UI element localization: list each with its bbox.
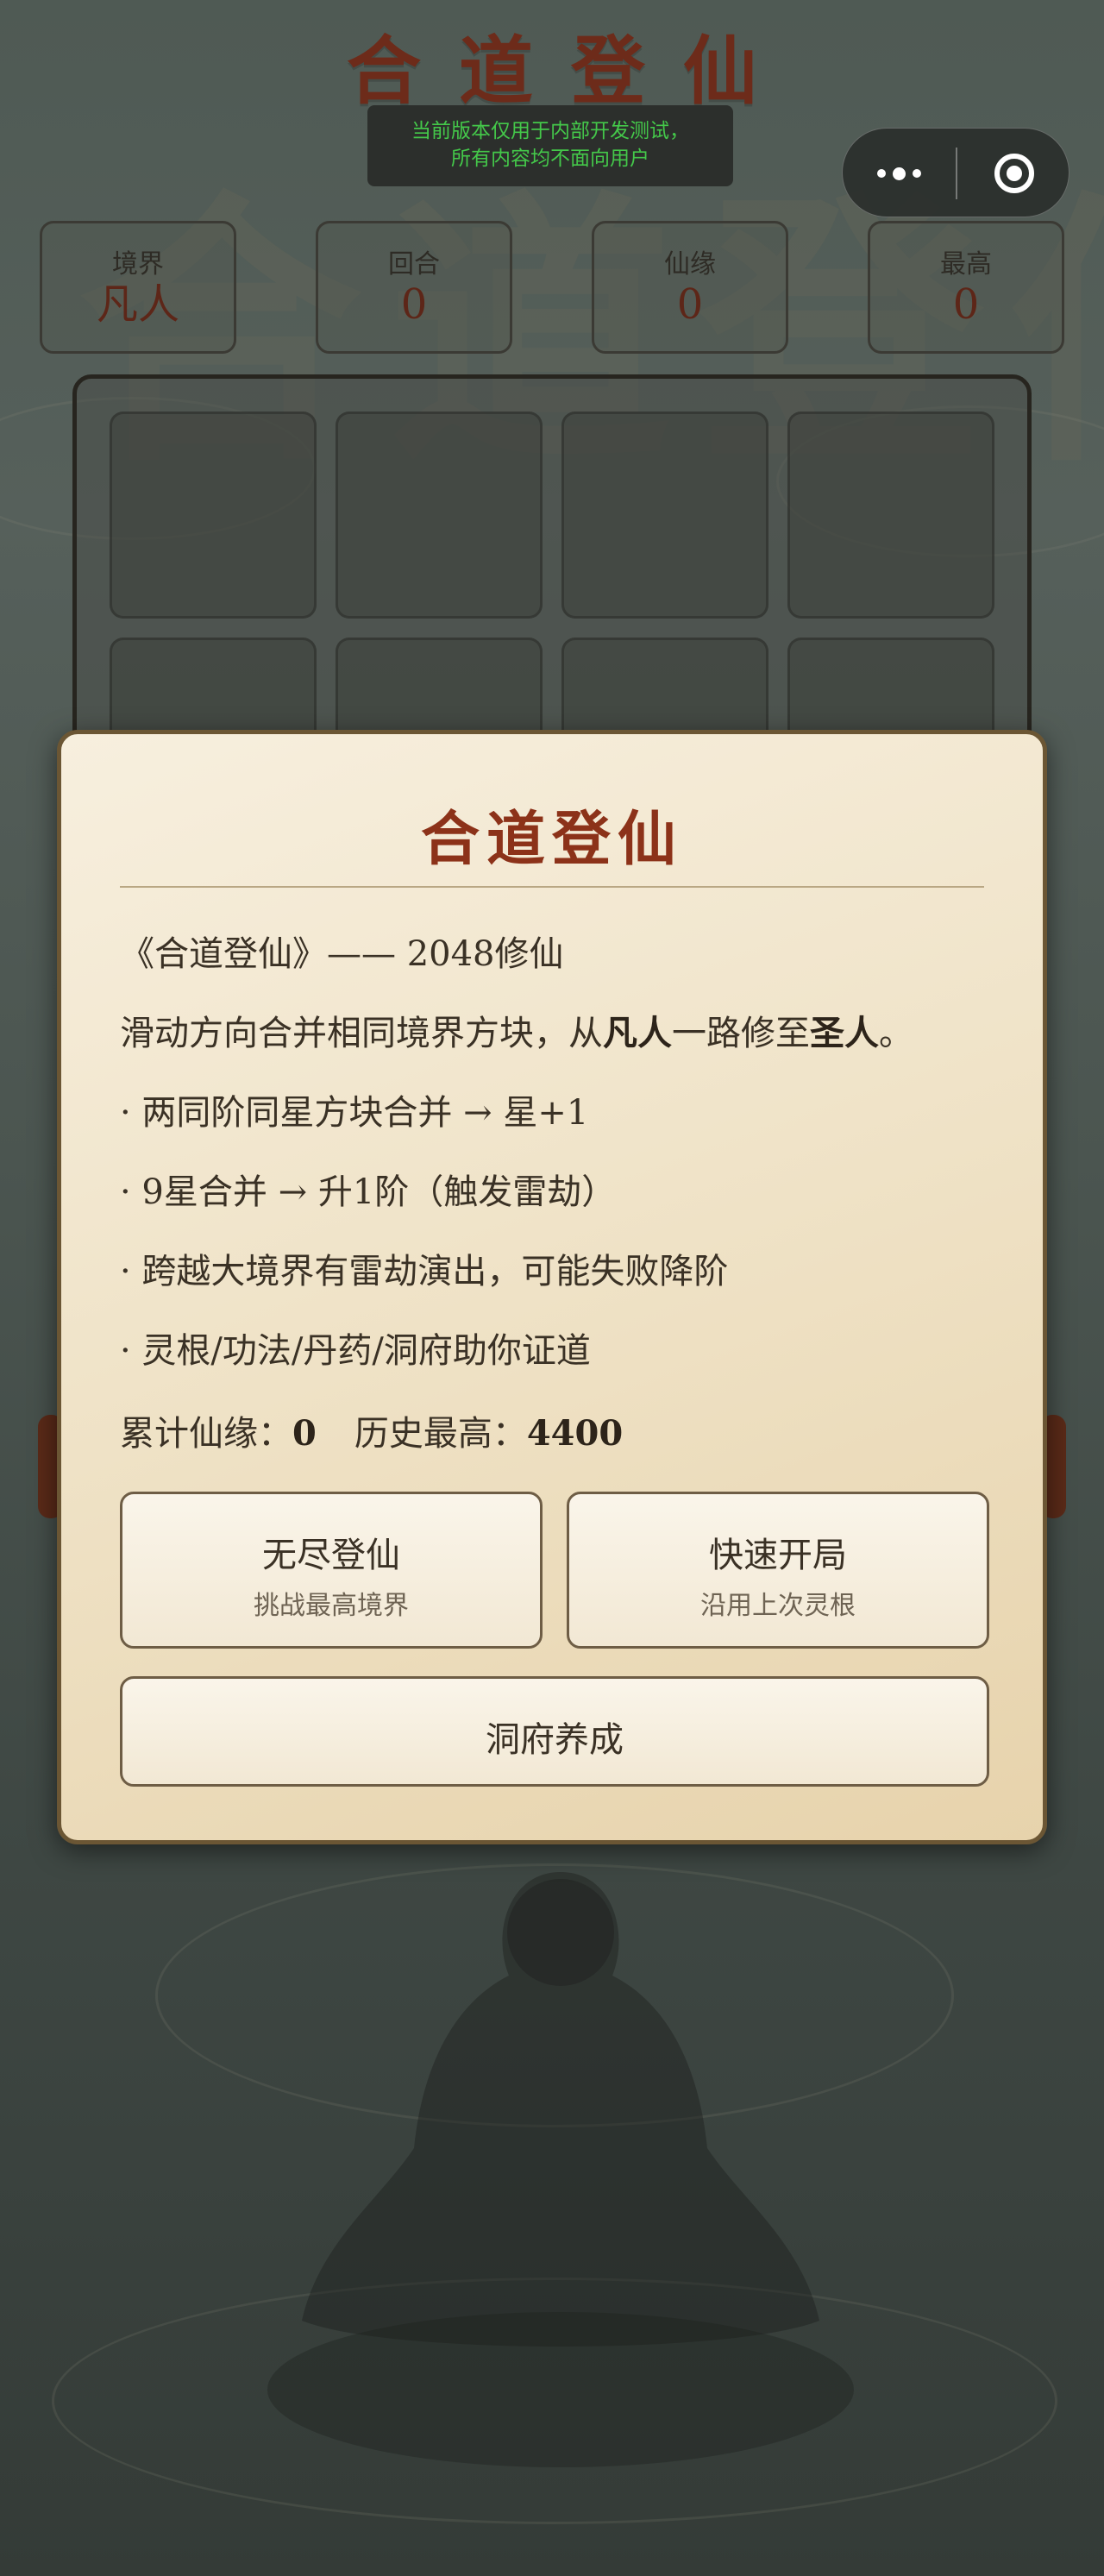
intro-text-part: 滑动方向合并相同境界方块，从 [120, 1014, 603, 1053]
button-label: 快速开局 [709, 1536, 847, 1575]
mini-program-capsule [842, 128, 1070, 217]
button-label: 洞府养成 [486, 1720, 624, 1760]
stat-round: 回合 0 [316, 221, 512, 354]
score-summary: 累计仙缘：0 历史最高：4400 [120, 1405, 623, 1455]
button-sublabel: 沿用上次灵根 [700, 1591, 856, 1621]
board-cell [561, 412, 768, 619]
board-cell [787, 412, 994, 619]
total-fortune-value: 0 [292, 1413, 317, 1454]
app-title: 合道登仙 [347, 28, 795, 115]
button-label: 无尽登仙 [262, 1536, 400, 1575]
cave-dwelling-button[interactable]: 洞府养成 [120, 1676, 989, 1787]
button-sublabel: 挑战最高境界 [254, 1591, 409, 1621]
dialog-title: 合道登仙 [420, 805, 683, 874]
total-fortune-label: 累计仙缘： [120, 1414, 292, 1454]
title-divider [120, 886, 984, 888]
stat-fortune: 仙缘 0 [592, 221, 788, 354]
rule-item: · 跨越大境界有雷劫演出，可能失败降阶 [120, 1252, 729, 1291]
intro-text-part: 一路修至 [672, 1014, 810, 1053]
dialog-subtitle: 《合道登仙》—— 2048修仙 [120, 934, 564, 974]
stat-value: 凡人 [96, 280, 179, 329]
meditating-figure [267, 1872, 854, 2467]
intro-text: 滑动方向合并相同境界方块，从凡人一路修至圣人。 [120, 1005, 913, 1055]
stat-value: 0 [400, 280, 428, 329]
stat-label: 回合 [388, 249, 440, 280]
intro-text-part: 。 [879, 1014, 913, 1053]
stat-best: 最高 0 [868, 221, 1064, 354]
rule-item: · 灵根/功法/丹药/洞府助你证道 [120, 1331, 591, 1371]
intro-highlight-end: 圣人 [810, 1013, 879, 1053]
stat-value: 0 [952, 280, 980, 329]
intro-dialog: 合道登仙 《合道登仙》—— 2048修仙 滑动方向合并相同境界方块，从凡人一路修… [57, 730, 1047, 1844]
quick-start-button[interactable]: 快速开局 沿用上次灵根 [567, 1492, 989, 1649]
more-dots-icon[interactable] [843, 129, 956, 218]
board-cell [110, 412, 317, 619]
endless-mode-button[interactable]: 无尽登仙 挑战最高境界 [120, 1492, 543, 1649]
stat-label: 境界 [112, 249, 164, 280]
rule-item: · 两同阶同星方块合并 → 星+1 [120, 1093, 589, 1133]
intro-highlight-start: 凡人 [603, 1013, 672, 1053]
best-score-value: 4400 [526, 1413, 624, 1454]
dev-notice-banner: 当前版本仅用于内部开发测试， 所有内容均不面向用户 [367, 105, 733, 186]
board-cell [336, 412, 543, 619]
rule-item: · 9星合并 → 升1阶（触发雷劫） [120, 1172, 617, 1212]
stat-label: 仙缘 [664, 249, 716, 280]
best-score-label: 历史最高： [354, 1414, 527, 1454]
target-close-icon[interactable] [957, 129, 1070, 218]
dev-notice-line: 所有内容均不面向用户 [451, 148, 649, 170]
stat-realm: 境界 凡人 [40, 221, 236, 354]
stat-label: 最高 [940, 249, 992, 280]
stat-value: 0 [676, 280, 704, 329]
dev-notice-line: 当前版本仅用于内部开发测试， [411, 120, 689, 142]
